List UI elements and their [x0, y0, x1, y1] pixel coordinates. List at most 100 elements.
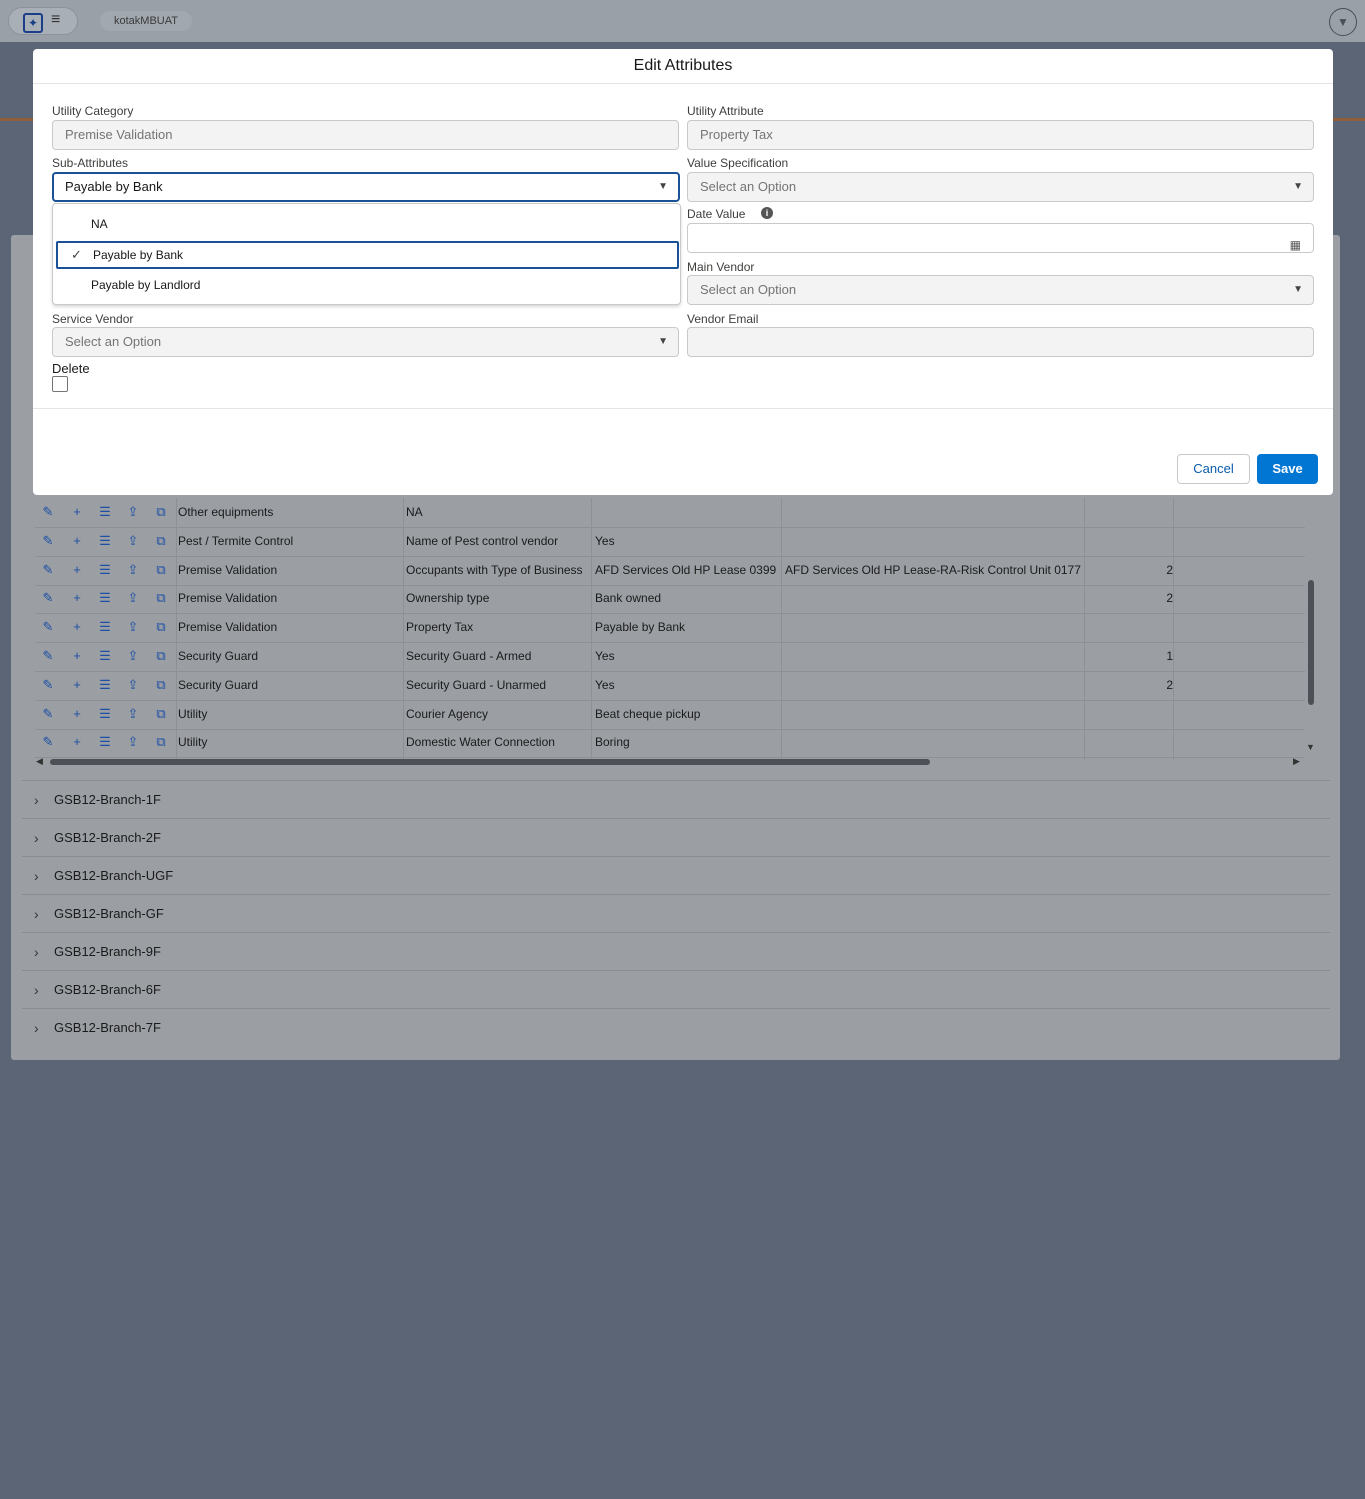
option-payable-by-landlord[interactable]: Payable by Landlord [53, 271, 680, 299]
scroll-down-icon[interactable]: ▼ [1306, 742, 1315, 752]
app-launcher[interactable]: ✦ ≡ [8, 7, 78, 35]
copy-icon[interactable]: ⧉ [152, 705, 170, 723]
edit-icon[interactable]: ✎ [39, 676, 57, 694]
list-icon[interactable]: ☰ [96, 647, 114, 665]
edit-icon[interactable]: ✎ [39, 618, 57, 636]
table-cell-sub: Payable by Bank [595, 620, 686, 635]
list-icon[interactable]: ☰ [96, 503, 114, 521]
upload-icon[interactable]: ⇪ [124, 733, 142, 751]
option-na[interactable]: NA [53, 210, 680, 238]
accordion-section[interactable]: › GSB12-Branch-1F [22, 780, 1330, 819]
list-icon[interactable]: ☰ [96, 676, 114, 694]
add-icon[interactable]: + [68, 705, 86, 723]
accordion-section[interactable]: › GSB12-Branch-GF [22, 894, 1330, 933]
service-vendor-select[interactable]: Select an Option ▼ [52, 327, 679, 357]
edit-icon[interactable]: ✎ [39, 647, 57, 665]
list-icon[interactable]: ☰ [96, 733, 114, 751]
list-icon[interactable]: ☰ [96, 561, 114, 579]
table-cell-category: Premise Validation [178, 562, 278, 577]
upload-icon[interactable]: ⇪ [124, 503, 142, 521]
vertical-scrollbar[interactable] [1308, 580, 1314, 705]
main-vendor-select[interactable]: Select an Option ▼ [687, 275, 1314, 305]
table-cell-qty: 2 [1166, 591, 1173, 606]
upload-icon[interactable]: ⇪ [124, 705, 142, 723]
menu-icon: ≡ [51, 11, 61, 28]
table-row: ✎ + ☰ ⇪ ⧉ Premise Validation Property Tax Payab… [35, 613, 1305, 644]
delete-checkbox[interactable] [52, 376, 68, 392]
edit-icon[interactable]: ✎ [39, 503, 57, 521]
upload-icon[interactable]: ⇪ [124, 561, 142, 579]
dropdown-caret-icon: ▼ [1293, 284, 1303, 295]
dropdown-caret-icon: ▼ [658, 181, 668, 192]
table-cell-category: Other equipments [178, 505, 274, 519]
table-cell-attribute: Security Guard - Armed [406, 649, 532, 663]
copy-icon[interactable]: ⧉ [152, 532, 170, 550]
chevron-right-icon: › [34, 906, 39, 922]
global-header: ✦ ≡ kotakMBUAT ▼ [0, 0, 1365, 42]
table-cell-qty: 1 [1166, 649, 1173, 663]
add-icon[interactable]: + [68, 561, 86, 579]
edit-icon[interactable]: ✎ [39, 733, 57, 751]
list-icon[interactable]: ☰ [96, 705, 114, 723]
utility-attribute-label: Utility Attribute [687, 104, 764, 118]
accordion-section[interactable]: › GSB12-Branch-2F [22, 818, 1330, 857]
table-row: ✎ + ☰ ⇪ ⧉ Security Guard Security Guard - Unar… [35, 671, 1305, 701]
edit-icon[interactable]: ✎ [39, 705, 57, 723]
copy-icon[interactable]: ⧉ [152, 647, 170, 665]
table-cell-sub: Boring [595, 735, 630, 750]
accordion-section[interactable]: › GSB12-Branch-UGF [22, 856, 1330, 895]
attributes-grid: ✎ + ☰ ⇪ ⧉ Other equipments NA ✎ + ☰ ⇪ ⧉ Pest / Termi… [35, 498, 1319, 768]
list-icon[interactable]: ☰ [96, 532, 114, 550]
chevron-down-icon[interactable]: ▼ [1329, 8, 1357, 36]
copy-icon[interactable]: ⧉ [152, 589, 170, 607]
chevron-right-icon: › [34, 830, 39, 846]
option-payable-by-bank[interactable]: ✓ Payable by Bank [56, 241, 679, 269]
table-cell-category: Premise Validation [178, 620, 278, 635]
add-icon[interactable]: + [68, 589, 86, 607]
upload-icon[interactable]: ⇪ [124, 676, 142, 694]
vendor-email-input[interactable] [687, 327, 1314, 357]
horizontal-scrollbar[interactable] [50, 759, 930, 765]
upload-icon[interactable]: ⇪ [124, 618, 142, 636]
upload-icon[interactable]: ⇪ [124, 589, 142, 607]
accordion-section[interactable]: › GSB12-Branch-7F [22, 1008, 1330, 1047]
table-cell-sub: AFD Services Old HP Lease 0399 [595, 562, 777, 577]
value-specification-select[interactable]: Select an Option ▼ [687, 172, 1314, 202]
add-icon[interactable]: + [68, 676, 86, 694]
date-value-input[interactable]: ▦ [687, 223, 1314, 253]
upload-icon[interactable]: ⇪ [124, 532, 142, 550]
add-icon[interactable]: + [68, 618, 86, 636]
table-cell-category: Security Guard [178, 677, 259, 692]
copy-icon[interactable]: ⧉ [152, 503, 170, 521]
add-icon[interactable]: + [68, 647, 86, 665]
add-icon[interactable]: + [68, 733, 86, 751]
utility-attribute-field: Property Tax [687, 120, 1314, 150]
table-cell-attribute: NA [406, 505, 423, 519]
copy-icon[interactable]: ⧉ [152, 561, 170, 579]
copy-icon[interactable]: ⧉ [152, 618, 170, 636]
cancel-button[interactable]: Cancel [1177, 454, 1250, 484]
copy-icon[interactable]: ⧉ [152, 676, 170, 694]
list-icon[interactable]: ☰ [96, 618, 114, 636]
save-button[interactable]: Save [1257, 454, 1318, 484]
copy-icon[interactable]: ⧉ [152, 733, 170, 751]
info-icon[interactable]: i [761, 207, 773, 219]
add-icon[interactable]: + [68, 532, 86, 550]
sub-attributes-combobox[interactable]: Payable by Bank ▼ [52, 172, 680, 202]
table-cell-sub: Yes [595, 649, 615, 663]
upload-icon[interactable]: ⇪ [124, 647, 142, 665]
table-cell-attribute: Property Tax [406, 620, 474, 635]
table-cell-attribute: Security Guard - Unarmed [406, 677, 547, 692]
accordion-section[interactable]: › GSB12-Branch-6F [22, 970, 1330, 1009]
accordion-section[interactable]: › GSB12-Branch-9F [22, 932, 1330, 971]
check-icon: ✓ [71, 247, 82, 262]
calendar-icon[interactable]: ▦ [1290, 231, 1301, 259]
edit-icon[interactable]: ✎ [39, 561, 57, 579]
scroll-left-icon[interactable]: ◀ [36, 756, 43, 767]
dropdown-caret-icon: ▼ [658, 336, 668, 347]
edit-icon[interactable]: ✎ [39, 589, 57, 607]
add-icon[interactable]: + [68, 503, 86, 521]
scroll-right-icon[interactable]: ▶ [1293, 756, 1300, 767]
list-icon[interactable]: ☰ [96, 589, 114, 607]
edit-icon[interactable]: ✎ [39, 532, 57, 550]
